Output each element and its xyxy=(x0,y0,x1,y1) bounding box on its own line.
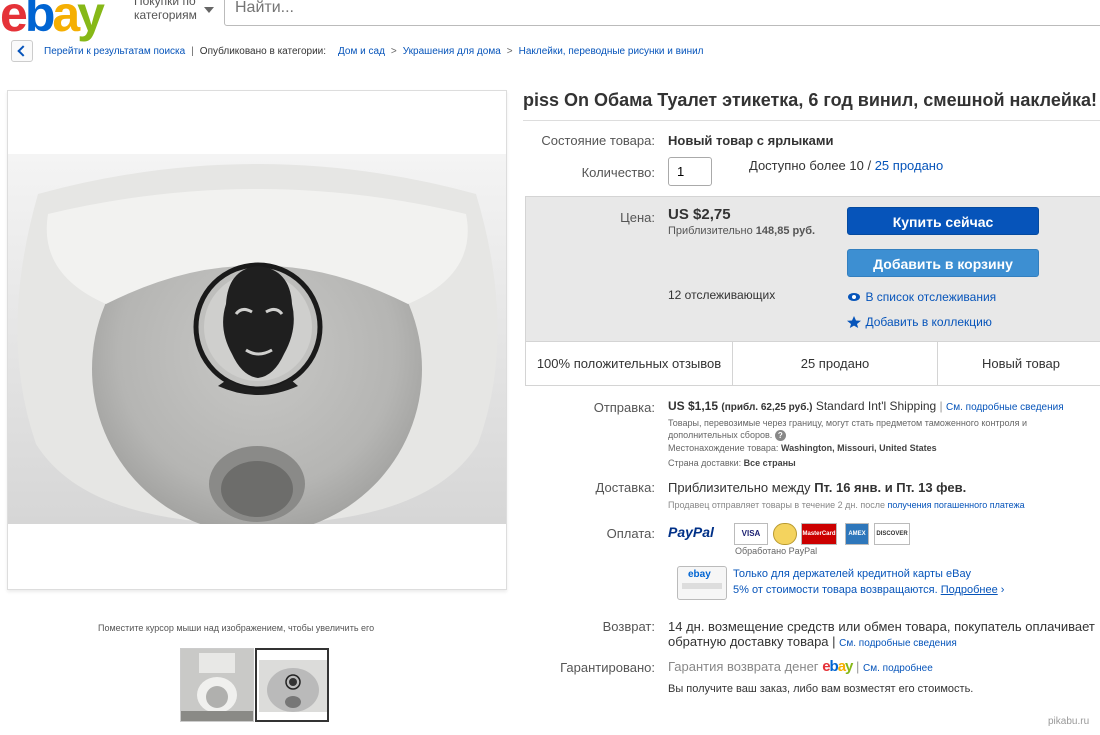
delivery-prefix: Приблизительно между xyxy=(668,480,811,495)
eye-icon xyxy=(848,292,860,301)
customs-note-text: Товары, перевозимые через границу, могут… xyxy=(668,418,1027,440)
ebay-credit-card-icon: ebay xyxy=(677,566,727,600)
quantity-input[interactable] xyxy=(668,157,712,186)
price: US $2,75 xyxy=(668,206,731,223)
approx-value: 148,85 руб. xyxy=(755,225,816,237)
breadcrumb: Перейти к результатам поиска | Опубликован… xyxy=(44,46,704,57)
promo-line1: Только для держателей кредитной карты eB… xyxy=(733,568,972,580)
amex-card-icon: AMEX xyxy=(845,523,869,545)
condition-value: Новый товар с ярлыками xyxy=(668,133,834,148)
payment-label: Оплата: xyxy=(606,526,655,541)
returns-text1: 14 дн. возмещение средств или обмен това… xyxy=(668,619,1095,634)
price-label: Цена: xyxy=(620,210,655,225)
published-in-label: Опубликовано в категории: xyxy=(199,46,327,57)
returns-text2-label: обратную доставку товара | xyxy=(668,634,836,649)
star-icon xyxy=(847,315,861,328)
availability-text: Доступно более 10 / xyxy=(749,158,872,173)
watchlist-link-label: В список отслеживания xyxy=(865,290,997,304)
customs-note: Товары, перевозимые через границу, могут… xyxy=(668,417,1098,441)
guarantee-note: Вы получите ваш заказ, либо вам возместя… xyxy=(668,683,974,695)
shipping-details-link[interactable]: См. подробные сведения xyxy=(946,402,1064,413)
watermark: pikabu.ru xyxy=(1048,716,1090,727)
logo-letter: b xyxy=(24,0,55,42)
item-location: Местонахождение товара: Washington, Miss… xyxy=(668,443,937,453)
watchlist-link[interactable]: В список отслеживания xyxy=(847,288,996,306)
quantity-label: Количество: xyxy=(581,165,655,180)
divider xyxy=(523,120,1100,121)
breadcrumb-item[interactable]: Украшения для дома xyxy=(403,46,501,57)
shipping-label: Отправка: xyxy=(593,400,655,415)
condition-label: Состояние товара: xyxy=(541,133,655,148)
search-input[interactable] xyxy=(224,0,1100,26)
breadcrumb-item[interactable]: Наклейки, переводные рисунки и винил xyxy=(519,46,704,57)
approx-price: Приблизительно 148,85 руб. xyxy=(668,225,815,237)
chevron-right-icon: › xyxy=(1000,584,1005,596)
paypal-logo: PayPal xyxy=(668,524,714,540)
stats-bar: 100% положительных отзывов 25 продано Но… xyxy=(525,341,1100,386)
main-image-panel[interactable] xyxy=(7,90,507,590)
delivery-note-link[interactable]: получения погашенного платежа xyxy=(888,500,1025,510)
logo-letter: a xyxy=(52,0,80,42)
add-to-collection-link[interactable]: Добавить в коллекцию xyxy=(847,313,992,331)
delivery-dates: Пт. 16 янв. и Пт. 13 фев. xyxy=(814,480,967,495)
paypal-text: PayPal xyxy=(668,524,714,540)
mastercard-icon: MasterCard xyxy=(801,523,837,545)
guarantee-label: Гарантировано: xyxy=(560,660,655,675)
promo-line2: 5% от стоимости товара возвращаются. Под… xyxy=(733,584,1004,596)
add-to-cart-button[interactable]: Добавить в корзину xyxy=(847,249,1039,277)
ebay-small-logo: ebay xyxy=(822,658,853,675)
location-label: Местонахождение товара: xyxy=(668,443,779,453)
breadcrumb-item[interactable]: Дом и сад xyxy=(338,46,385,57)
visa-card-icon: VISA xyxy=(734,523,768,545)
delivery-label: Доставка: xyxy=(595,480,655,495)
back-to-results-link[interactable]: Перейти к результатам поиска xyxy=(44,46,185,57)
thumbnail-image[interactable] xyxy=(180,648,254,722)
sold-link[interactable]: 25 продано xyxy=(875,158,944,173)
category-button-label: Покупки по категориям xyxy=(134,0,197,22)
stat-sold: 25 продано xyxy=(733,342,938,385)
returns-text2: обратную доставку товара | См. подробные… xyxy=(668,634,957,649)
delivery-estimate: Приблизительно между Пт. 16 янв. и Пт. 1… xyxy=(668,480,966,495)
returns-details-link[interactable]: См. подробные сведения xyxy=(839,638,957,649)
availability: Доступно более 10 / 25 продано xyxy=(749,158,943,173)
discover-card-icon: DISCOVER xyxy=(874,523,910,545)
ships-to-value: Все страны xyxy=(743,458,796,468)
zoom-hint: Поместите курсор мыши над изображением, … xyxy=(98,623,375,633)
shipping-approx: (прибл. 62,25 руб.) xyxy=(721,402,813,413)
ships-to: Страна доставки: Все страны xyxy=(668,458,796,468)
buy-now-button[interactable]: Купить сейчас xyxy=(847,207,1039,235)
logo-letter: e xyxy=(0,0,28,42)
shipping-service: Standard Int'l Shipping xyxy=(815,399,937,413)
help-icon[interactable]: ? xyxy=(774,430,786,441)
ebay-logo[interactable]: ebay xyxy=(0,0,105,44)
thumbnail-image-selected[interactable] xyxy=(255,648,329,722)
stat-condition: Новый товар xyxy=(982,355,1060,371)
processed-by-paypal: Обработано PayPal xyxy=(735,546,818,556)
guarantee-text: Гарантия возврата денег xyxy=(668,659,819,674)
promo-line2-text: 5% от стоимости товара возвращаются. xyxy=(733,584,938,596)
shipping-line: US $1,15 (прибл. 62,25 руб.) Standard In… xyxy=(668,399,1064,413)
guarantee-line: Гарантия возврата денег ebay | См. подро… xyxy=(668,658,933,675)
delivery-note: Продавец отправляет товары в течение 2 д… xyxy=(668,500,1025,510)
returns-label: Возврат: xyxy=(602,619,655,634)
product-photo[interactable] xyxy=(8,154,506,524)
approx-prefix: Приблизительно xyxy=(668,225,753,237)
watchers-count: 12 отслеживающих xyxy=(668,288,776,302)
chevron-down-icon xyxy=(204,7,214,13)
logo-letter: y xyxy=(77,0,105,42)
back-arrow-button[interactable] xyxy=(11,40,33,62)
delivery-note-text: Продавец отправляет товары в течение 2 д… xyxy=(668,500,885,510)
shipping-price: US $1,15 xyxy=(668,399,719,413)
guarantee-link[interactable]: См. подробнее xyxy=(863,663,933,674)
location-value: Washington, Missouri, United States xyxy=(780,443,937,453)
item-title: piss On Обама Туалет этикетка, 6 год вин… xyxy=(523,90,1097,110)
stat-feedback: 100% положительных отзывов xyxy=(526,342,733,385)
collection-link-label: Добавить в коллекцию xyxy=(865,315,992,329)
ships-to-label: Страна доставки: xyxy=(668,458,742,468)
shop-by-category-button[interactable]: Покупки по категориям xyxy=(134,0,214,22)
promo-more-link[interactable]: Подробнее xyxy=(941,584,998,596)
card-logo-icon xyxy=(773,523,797,545)
